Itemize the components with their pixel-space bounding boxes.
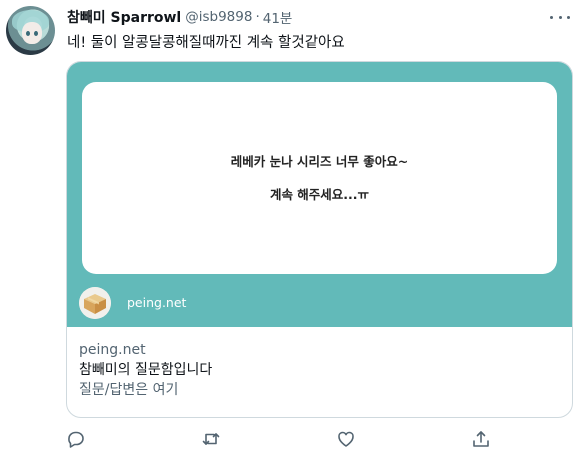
link-card[interactable]: 레베카 눈나 시리즈 너무 좋아요~ 계속 해주세요...ㅠ peing.net… xyxy=(66,61,573,418)
card-description: 질문/답변은 여기 xyxy=(79,382,179,398)
tweet-header: 참빼미 Sparrowl @isb9898 · 41분 xyxy=(67,7,292,27)
timestamp[interactable]: 41분 xyxy=(263,7,293,27)
question-box: 레베카 눈나 시리즈 너무 좋아요~ 계속 해주세요...ㅠ xyxy=(82,82,557,274)
card-title: 참빼미의 질문함입니다 xyxy=(79,362,213,378)
question-line: 레베카 눈나 시리즈 너무 좋아요~ xyxy=(230,153,409,169)
reply-icon[interactable] xyxy=(66,429,86,449)
card-meta: peing.net 참빼미의 질문함입니다 질문/답변은 여기 xyxy=(79,340,212,400)
more-options-icon[interactable] xyxy=(550,8,570,26)
action-bar xyxy=(66,429,496,449)
retweet-icon[interactable] xyxy=(201,429,221,449)
question-line: 계속 해주세요...ㅠ xyxy=(269,186,370,202)
card-image[interactable]: 레베카 눈나 시리즈 너무 좋아요~ 계속 해주세요...ㅠ peing.net xyxy=(67,62,572,327)
avatar[interactable] xyxy=(6,6,55,55)
card-domain: peing.net xyxy=(79,342,146,358)
site-name: peing.net xyxy=(127,295,187,310)
author-handle[interactable]: @isb9898 xyxy=(185,9,252,25)
box-icon xyxy=(79,287,111,319)
tweet-text: 네! 둘이 알콩달콩해질때까진 계속 할것같아요 xyxy=(67,35,345,51)
author-name[interactable]: 참빼미 Sparrowl xyxy=(67,7,181,27)
separator-dot: · xyxy=(255,9,260,25)
like-icon[interactable] xyxy=(336,429,356,449)
share-icon[interactable] xyxy=(471,429,491,449)
